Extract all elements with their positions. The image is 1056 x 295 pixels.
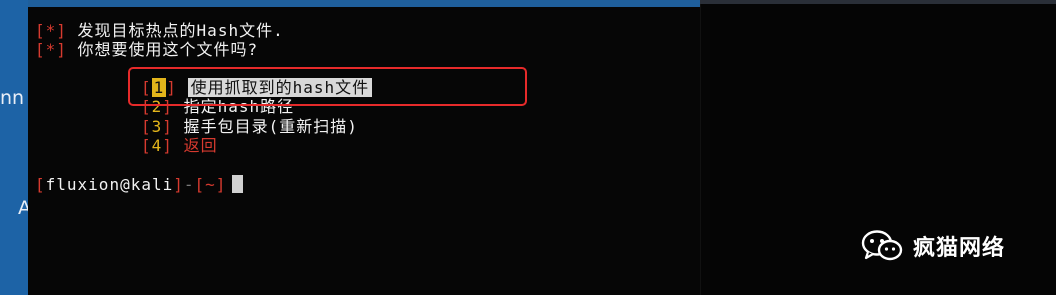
info-text: 发现目标热点的Hash文件. bbox=[77, 21, 284, 40]
prompt-user: fluxion@kali bbox=[45, 175, 174, 194]
menu-option-4[interactable]: [4] 返回 bbox=[141, 137, 218, 155]
text-cursor bbox=[232, 175, 244, 193]
option-label: 返回 bbox=[183, 136, 218, 155]
wechat-icon bbox=[861, 230, 903, 261]
watermark-text: 疯猫网络 bbox=[913, 236, 1006, 261]
status-bracket: [*] bbox=[35, 40, 67, 59]
highlight-callout-box bbox=[128, 67, 527, 106]
watermark: 疯猫网络 bbox=[861, 229, 1005, 263]
option-number: 4 bbox=[151, 136, 163, 155]
terminal-info-line: [*] 发现目标热点的Hash文件. bbox=[35, 22, 284, 40]
option-label: 握手包目录(重新扫描) bbox=[183, 117, 358, 136]
prompt-dir: [~] bbox=[194, 175, 227, 194]
desktop-background-strip: nn A bbox=[0, 0, 31, 295]
question-text: 你想要使用这个文件吗? bbox=[77, 40, 259, 59]
status-bracket: [*] bbox=[35, 21, 67, 40]
menu-option-3[interactable]: [3] 握手包目录(重新扫描) bbox=[141, 118, 358, 136]
desktop-label-fragment: nn bbox=[0, 87, 25, 109]
shell-prompt[interactable]: [fluxion@kali]-[~] bbox=[35, 175, 244, 194]
option-number: 3 bbox=[151, 117, 163, 136]
terminal-window[interactable]: [*] 发现目标热点的Hash文件. [*] 你想要使用这个文件吗? [1] 使… bbox=[28, 7, 700, 295]
terminal-info-line: [*] 你想要使用这个文件吗? bbox=[35, 41, 258, 59]
window-titlebar-edge bbox=[28, 0, 700, 7]
